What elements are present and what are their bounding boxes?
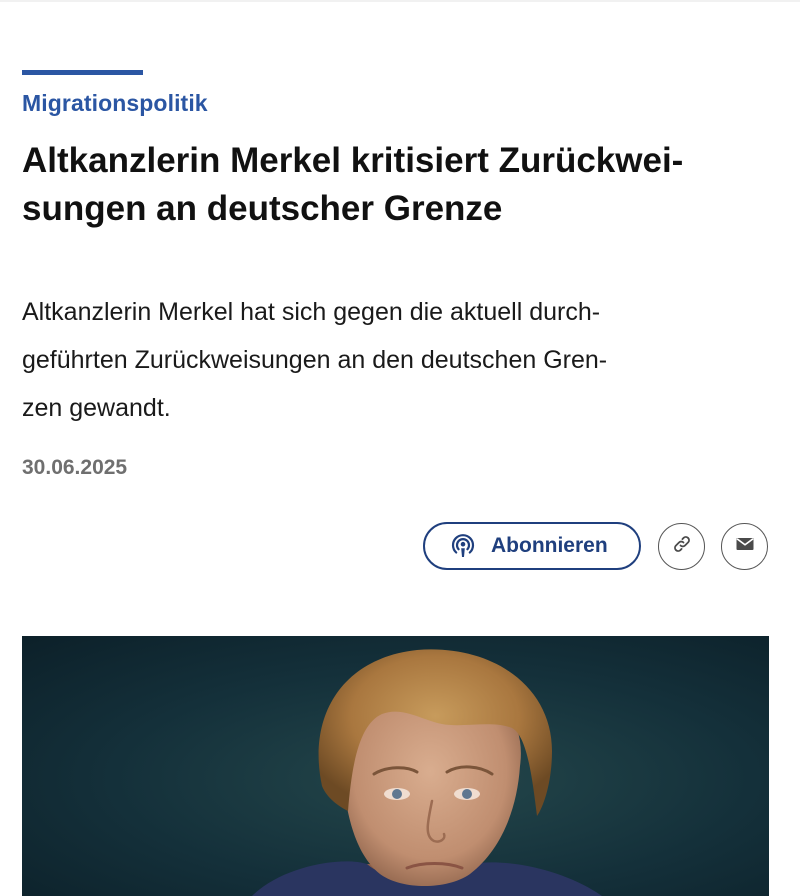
article-lead: Altkanzlerin Merkel hat sich gegen die a…	[22, 288, 782, 432]
top-divider	[0, 0, 800, 2]
article-kicker[interactable]: Migrationspolitik	[22, 90, 208, 117]
copy-link-button[interactable]	[658, 523, 705, 570]
article-headline: Altkanzlerin Merkel kritisiert Zurückwei…	[22, 137, 782, 233]
portrait-photo	[252, 649, 602, 896]
lead-line: Altkanzlerin Merkel hat sich gegen die a…	[22, 298, 601, 326]
subscribe-label: Abonnieren	[491, 534, 608, 557]
share-mail-button[interactable]	[721, 523, 768, 570]
lead-line: geführten Zurückweisungen an den deutsch…	[22, 346, 608, 374]
link-icon	[670, 532, 694, 561]
podcast-icon	[449, 532, 477, 560]
article-page: Migrationspolitik Altkanzlerin Merkel kr…	[0, 0, 800, 896]
mail-icon	[733, 532, 757, 561]
article-hero-image	[22, 636, 769, 896]
subscribe-button[interactable]: Abonnieren	[423, 522, 641, 570]
headline-line: Altkanzlerin Merkel kritisiert Zurückwei…	[22, 141, 684, 180]
kicker-accent-rule	[22, 70, 143, 75]
lead-line: zen gewandt.	[22, 394, 171, 422]
headline-line: sungen an deutscher Grenze	[22, 189, 503, 228]
publish-date: 30.06.2025	[22, 456, 128, 479]
